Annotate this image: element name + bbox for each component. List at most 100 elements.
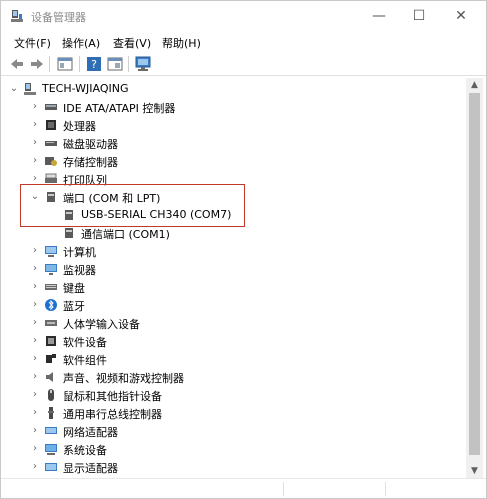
device-tree[interactable]: ⌄ TECH-WJIAQING › IDE ATA/ATAPI 控制器 › 处理器 › 磁… [2,78,467,478]
monitor-icon [45,264,57,275]
tree-category-row[interactable]: › 键盘 [2,278,462,296]
chevron-right-icon[interactable]: › [30,137,40,149]
tree-category-row[interactable]: › 通用串行总线控制器 [2,404,462,422]
tree-item-label: 软件设备 [63,336,107,349]
disk-drive-icon [45,141,57,146]
maximize-button[interactable]: ☐ [399,1,439,31]
status-bar [1,478,486,498]
tree-item-label: 存储控制器 [63,156,118,169]
chevron-right-icon[interactable]: › [30,173,40,185]
hid-icon [45,320,57,326]
scroll-down-icon[interactable]: ▼ [466,464,483,478]
tree-category-row[interactable]: ⌄ 端口 (COM 和 LPT) [2,188,462,206]
device-manager-window: 设备管理器 — ☐ ✕ 文件(F) 操作(A) 查看(V) 帮助(H) ? ⌄ … [0,0,487,499]
sound-icon [46,372,53,382]
device-manager-app-icon [11,10,23,22]
tree-category-row[interactable]: › 系统设备 [2,440,462,458]
software-device-icon [46,336,56,346]
port-icon [65,210,73,220]
menu-file[interactable]: 文件(F) [14,35,51,51]
back-arrow-icon[interactable] [8,55,26,73]
tree-category-row[interactable]: › 软件设备 [2,332,462,350]
tree-item-label: 网络适配器 [63,426,118,439]
chevron-down-icon[interactable]: ⌄ [30,191,40,203]
tree-category-row[interactable]: › 磁盘驱动器 [2,134,462,152]
chevron-down-icon[interactable]: ⌄ [9,83,19,95]
show-hide-console-tree-icon[interactable] [56,55,74,73]
tree-category-row[interactable]: › 处理器 [2,116,462,134]
scroll-up-icon[interactable]: ▲ [466,78,483,92]
tree-category-row[interactable]: › 监视器 [2,260,462,278]
chevron-right-icon[interactable]: › [30,407,40,419]
chevron-right-icon[interactable]: › [30,317,40,329]
chevron-right-icon[interactable]: › [30,281,40,293]
keyboard-icon [45,284,57,290]
status-divider [385,482,386,496]
vertical-scrollbar[interactable]: ▲ ▼ [466,78,483,478]
chevron-right-icon[interactable]: › [30,389,40,401]
menu-action[interactable]: 操作(A) [62,35,100,51]
tree-category-row[interactable]: › IDE ATA/ATAPI 控制器 [2,98,462,116]
svg-text:?: ? [91,58,97,71]
menu-help[interactable]: 帮助(H) [162,35,201,51]
tree-root-label: TECH-WJIAQING [42,82,129,95]
chevron-right-icon[interactable]: › [30,245,40,257]
network-adapter-icon [45,427,57,434]
chevron-right-icon[interactable]: › [30,119,40,131]
chevron-right-icon[interactable]: › [30,371,40,383]
tree-item-label: 监视器 [63,264,96,277]
tree-category-row[interactable]: › 软件组件 [2,350,462,368]
tree-item-label: 蓝牙 [63,300,85,313]
menu-view[interactable]: 查看(V) [113,35,151,51]
tree-category-row[interactable]: › 打印队列 [2,170,462,188]
tree-category-row[interactable]: › 人体学输入设备 [2,314,462,332]
tree-item-label: IDE ATA/ATAPI 控制器 [63,102,176,115]
chevron-right-icon[interactable]: › [30,155,40,167]
toolbar: ? [1,52,486,76]
tree-category-row[interactable]: › 存储控制器 [2,152,462,170]
tree-item-label: 人体学输入设备 [63,318,140,331]
tree-category-row[interactable]: › 显示适配器 [2,458,462,476]
tree-item-label: 鼠标和其他指针设备 [63,390,162,403]
close-button[interactable]: ✕ [441,1,481,31]
menu-bar: 文件(F) 操作(A) 查看(V) 帮助(H) [1,32,486,52]
tree-category-row[interactable]: › 网络适配器 [2,422,462,440]
tree-root[interactable]: ⌄ TECH-WJIAQING [2,80,462,98]
print-queue-icon [45,173,57,183]
toolbar-divider [128,56,129,72]
tree-child-row[interactable]: 通信端口 (COM1) [2,224,462,242]
chevron-right-icon[interactable]: › [30,353,40,365]
chevron-right-icon[interactable]: › [30,443,40,455]
tree-item-label: 显示适配器 [63,462,118,475]
scroll-thumb[interactable] [469,93,480,455]
forward-arrow-icon[interactable] [28,55,46,73]
software-component-icon [46,354,56,363]
properties-icon[interactable] [106,55,124,73]
tree-item-label: 系统设备 [63,444,107,457]
toolbar-divider [49,56,50,72]
tree-item-label: 计算机 [63,246,96,259]
chevron-right-icon[interactable]: › [30,101,40,113]
tree-category-row[interactable]: › 蓝牙 [2,296,462,314]
tree-item-label: 磁盘驱动器 [63,138,118,151]
tree-category-row[interactable]: › 计算机 [2,242,462,260]
tree-category-row[interactable]: › 声音、视频和游戏控制器 [2,368,462,386]
mouse-icon [48,389,54,401]
tree-child-row[interactable]: USB-SERIAL CH340 (COM7) [2,206,462,224]
storage-controller-icon [45,157,57,166]
computer-icon [45,246,57,257]
chevron-right-icon[interactable]: › [30,299,40,311]
chevron-right-icon[interactable]: › [30,263,40,275]
chevron-right-icon[interactable]: › [30,461,40,473]
help-icon[interactable]: ? [85,55,103,73]
tree-item-label: 软件组件 [63,354,107,367]
scan-hardware-monitor-icon[interactable] [134,55,152,73]
title-bar[interactable]: 设备管理器 — ☐ ✕ [1,1,486,31]
processor-icon [46,120,56,130]
chevron-right-icon[interactable]: › [30,335,40,347]
status-divider [283,482,284,496]
tree-item-label: 处理器 [63,120,96,133]
tree-category-row[interactable]: › 鼠标和其他指针设备 [2,386,462,404]
minimize-button[interactable]: — [359,1,399,31]
chevron-right-icon[interactable]: › [30,425,40,437]
